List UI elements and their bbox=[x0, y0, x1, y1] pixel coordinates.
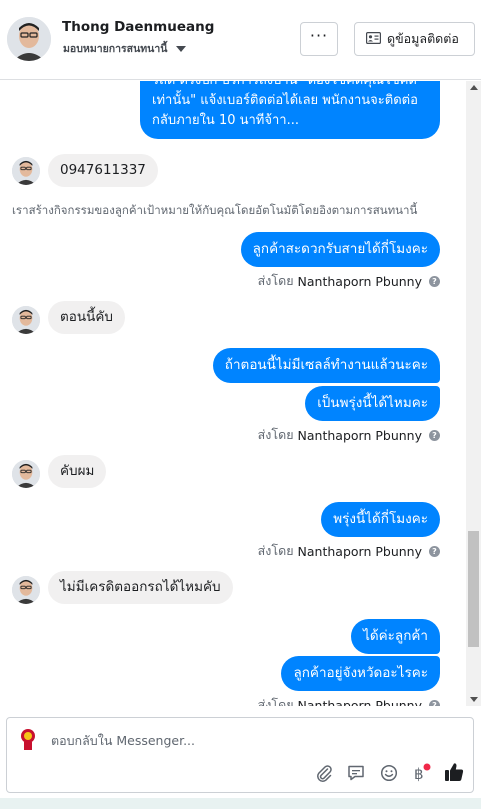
message-incoming[interactable]: ไม่มีเครดิตออกรถได้ไหมคับ bbox=[48, 571, 233, 604]
sent-by-name: Nanthaporn Pbunny bbox=[297, 273, 422, 289]
sent-by-label: ส่งโดย Nanthaporn Pbunny ? bbox=[258, 695, 440, 706]
sent-by-prefix: ส่งโดย bbox=[257, 543, 294, 558]
help-icon[interactable]: ? bbox=[429, 545, 440, 557]
message-incoming[interactable]: ตอนนี้คับ bbox=[48, 301, 125, 334]
message-outgoing[interactable]: เป็นพรุ่งนี้ได้ไหมคะ bbox=[305, 386, 440, 421]
sender-avatar bbox=[12, 576, 40, 604]
assign-label: มอบหมายการสนทนานี้ bbox=[63, 43, 168, 55]
view-contact-button[interactable]: ดูข้อมูลติดต่อ bbox=[354, 22, 475, 56]
message-line: เท่านั้น" แจ้งเบอร์ติดต่อได้เลย พนักงานจ… bbox=[152, 93, 418, 108]
message-outgoing[interactable]: ลูกค้าสะดวกรับสายได้กี่โมงคะ bbox=[240, 232, 440, 267]
page-avatar bbox=[15, 726, 41, 752]
message-outgoing[interactable]: พรุ่งนี้ได้กี่โมงคะ bbox=[321, 502, 440, 537]
sent-by-label: ส่งโดย Nanthaporn Pbunny ? bbox=[258, 541, 440, 561]
sender-avatar bbox=[12, 460, 40, 488]
more-dots-icon: ··· bbox=[309, 26, 329, 45]
message-line: รถดี ตรงปก บริการถึงบ้าน "ต้องโชคดีคุณโช… bbox=[152, 81, 426, 91]
sent-by-name: Nanthaporn Pbunny bbox=[297, 697, 422, 707]
assign-conversation-dropdown[interactable]: มอบหมายการสนทนานี้ bbox=[63, 40, 187, 57]
help-icon[interactable]: ? bbox=[429, 429, 440, 441]
contact-avatar[interactable] bbox=[7, 17, 51, 61]
sent-by-prefix: ส่งโดย bbox=[257, 427, 294, 442]
more-options-button[interactable]: ··· bbox=[300, 22, 338, 56]
sent-by-label: ส่งโดย Nanthaporn Pbunny ? bbox=[258, 271, 440, 291]
scroll-down-arrow-icon[interactable] bbox=[470, 697, 478, 702]
reply-input[interactable]: ตอบกลับใน Messenger... bbox=[51, 731, 195, 751]
message-outgoing[interactable]: ลูกค้าอยู่จังหวัดอะไรคะ bbox=[281, 656, 440, 691]
thread-scrollbar[interactable] bbox=[466, 81, 481, 706]
message-outgoing[interactable]: รถดี ตรงปก บริการถึงบ้าน "ต้องโชคดีคุณโช… bbox=[140, 81, 440, 139]
thumbs-up-icon[interactable] bbox=[442, 760, 466, 784]
help-icon[interactable]: ? bbox=[429, 699, 440, 706]
chevron-down-icon bbox=[176, 45, 187, 52]
contact-card-icon bbox=[366, 31, 382, 47]
svg-text:฿: ฿ bbox=[414, 765, 424, 783]
scroll-up-arrow-icon[interactable] bbox=[470, 85, 478, 90]
sender-avatar bbox=[12, 306, 40, 334]
help-icon[interactable]: ? bbox=[429, 275, 440, 287]
footer-strip bbox=[0, 798, 481, 809]
message-line: กลับภายใน 10 นาทีจ้าา... bbox=[152, 113, 299, 128]
sent-by-label: ส่งโดย Nanthaporn Pbunny ? bbox=[258, 425, 440, 445]
sent-by-name: Nanthaporn Pbunny bbox=[297, 543, 422, 559]
message-incoming[interactable]: 0947611337 bbox=[48, 154, 158, 187]
conversation-header: Thong Daenmueang มอบหมายการสนทนานี้ ··· … bbox=[0, 0, 481, 80]
message-outgoing[interactable]: ถ้าตอนนี้ไม่มีเซลล์ทำงานแล้วนะคะ bbox=[212, 348, 440, 383]
saved-reply-icon[interactable] bbox=[345, 762, 367, 784]
scroll-thumb[interactable] bbox=[468, 531, 479, 647]
sent-by-prefix: ส่งโดย bbox=[257, 697, 294, 706]
sender-avatar bbox=[12, 157, 40, 185]
paperclip-icon[interactable] bbox=[313, 762, 335, 784]
contact-name: Thong Daenmueang bbox=[62, 19, 215, 35]
emoji-icon[interactable] bbox=[378, 762, 400, 784]
message-incoming[interactable]: คับผม bbox=[48, 455, 107, 488]
sent-by-prefix: ส่งโดย bbox=[257, 273, 294, 288]
reply-composer[interactable]: ตอบกลับใน Messenger... ฿ bbox=[6, 717, 474, 793]
view-contact-label: ดูข้อมูลติดต่อ bbox=[387, 31, 459, 46]
sent-by-name: Nanthaporn Pbunny bbox=[297, 427, 422, 443]
system-note: เราสร้างกิจกรรมของลูกค้าเป้าหมายให้กับคุ… bbox=[12, 203, 418, 217]
message-thread[interactable]: รถดี ตรงปก บริการถึงบ้าน "ต้องโชคดีคุณโช… bbox=[0, 81, 466, 706]
baht-payment-icon[interactable]: ฿ bbox=[410, 762, 432, 784]
message-outgoing[interactable]: ได้ค่ะลูกค้า bbox=[351, 619, 440, 654]
